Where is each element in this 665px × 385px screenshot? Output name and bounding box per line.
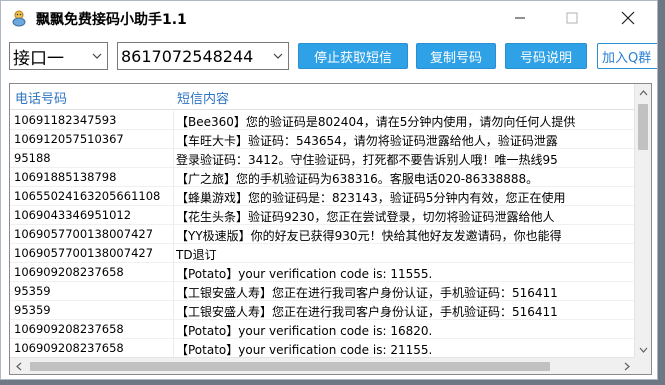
scrollbar-corner: [634, 357, 651, 374]
join-qq-group-button[interactable]: 加入Q群: [597, 43, 657, 69]
app-logo-icon: [12, 10, 26, 27]
sms-cell: 【工银安盛人寿】您正在进行我司客户身份认证，手机验证码：516411: [176, 286, 558, 300]
title-bar: 飘飘免费接码小助手1.1: [1, 1, 657, 35]
phone-cell: 106909208237658: [14, 322, 124, 336]
table-row[interactable]: 10691182347593 【Bee360】您的验证码是802404，请在5分钟…: [10, 111, 635, 130]
table-row[interactable]: 106909208237658 【Potato】your verification…: [10, 263, 635, 282]
copy-number-button[interactable]: 复制号码: [416, 43, 496, 69]
table-row[interactable]: 10690577001380​07427 TD退订: [10, 244, 635, 263]
phone-cell: 95188: [14, 151, 51, 165]
sms-cell: 【Potato】your verification code is: 21155…: [176, 343, 433, 357]
table-body: 10691182347593 【Bee360】您的验证码是802404，请在5分钟…: [10, 111, 635, 358]
table-header: 电话号码 短信内容: [10, 84, 635, 110]
column-header-sms[interactable]: 短信内容: [177, 88, 229, 107]
sms-cell: 【Bee360】您的验证码是802404，请在5分钟内使用，请勿向任何人提供: [176, 115, 576, 129]
phone-cell: 95359: [14, 284, 51, 298]
sms-cell: 【Potato】your verification code is: 11555…: [176, 267, 433, 281]
phone-cell: 10690577001380​07427: [14, 227, 154, 241]
scroll-up-icon[interactable]: [635, 84, 651, 101]
sms-cell: 登录验证码：3412。守住验证码，打死都不要告诉别人哦！唯一热线95: [176, 153, 558, 167]
number-help-button[interactable]: 号码说明: [505, 43, 587, 69]
phone-cell: 106909208237658: [14, 341, 124, 355]
sms-cell: 【车旺大卡】验证码：543654，请勿将验证码泄露给他人，验证码泄露: [176, 134, 558, 148]
number-select-value: 8617072548244: [121, 46, 254, 66]
sms-cell: TD退订: [176, 248, 217, 262]
horizontal-scroll-thumb[interactable]: [30, 362, 550, 371]
vertical-scroll-thumb[interactable]: [638, 104, 648, 150]
table-row[interactable]: 10655024163205661108 【蜂巢游戏】您的验证码是：823143，…: [10, 187, 635, 206]
window-title: 飘飘免费接码小助手1.1: [36, 12, 187, 28]
close-button[interactable]: [605, 1, 651, 35]
minimize-button[interactable]: [497, 1, 543, 35]
desktop-background-bottom: [0, 380, 665, 385]
chevron-down-icon: [268, 43, 288, 69]
phone-cell: 10690577001380​07427: [14, 246, 154, 260]
table-row[interactable]: 95188 登录验证码：3412。守住验证码，打死都不要告诉别人哦！唯一热线95: [10, 149, 635, 168]
table-row[interactable]: 10690577001380​07427 【YY极速版】你的好友已获得930元！快…: [10, 225, 635, 244]
close-icon: [621, 11, 635, 25]
toolbar: 接口一 8617072548244 停止获取短信 复制号码 号码说明 加入Q群: [1, 35, 657, 79]
sms-cell: 【工银安盛人寿】您正在进行我司客户身份认证，手机验证码：516411: [176, 305, 558, 319]
desktop-background: [658, 0, 665, 385]
port-select[interactable]: 接口一: [9, 42, 108, 70]
scroll-left-icon[interactable]: [10, 358, 27, 374]
table-row[interactable]: 106909208237658 【Potato】your verification…: [10, 320, 635, 339]
table-row[interactable]: 10690433469510​12 【花生头条】验证码9230，您正在尝试登录，切…: [10, 206, 635, 225]
sms-cell: 【广之旅】您的手机验证码为638316。客服电话020-86338888。: [176, 172, 539, 186]
sms-cell: 【YY极速版】你的好友已获得930元！快给其他好友发邀请码，你也能得: [176, 229, 562, 243]
number-select[interactable]: 8617072548244: [117, 42, 289, 70]
phone-cell: 10691182347593: [14, 113, 117, 127]
vertical-scrollbar[interactable]: [634, 84, 651, 358]
table-row[interactable]: 106909208237658 【Potato】your verification…: [10, 339, 635, 358]
phone-cell: 10691885138798: [14, 170, 117, 184]
phone-cell: 10690433469510​12: [14, 208, 132, 222]
sms-cell: 【蜂巢游戏】您的验证码是：823143，验证码5分钟内有效，您正在使用: [176, 191, 566, 205]
maximize-icon: [566, 12, 578, 24]
maximize-button[interactable]: [549, 1, 595, 35]
stop-fetch-sms-button[interactable]: 停止获取短信: [298, 43, 408, 69]
app-window: 飘飘免费接码小助手1.1 接口一 8617072548244 停止获取短信 复制…: [0, 0, 658, 380]
scroll-right-icon[interactable]: [618, 358, 635, 374]
sms-cell: 【花生头条】验证码9230，您正在尝试登录，切勿将验证码泄露给他人: [176, 210, 555, 224]
horizontal-scrollbar[interactable]: [10, 357, 635, 374]
phone-cell: 10655024163205661108: [14, 189, 161, 203]
port-select-value: 接口一: [13, 48, 64, 69]
table-row[interactable]: 10691205751036​7 【车旺大卡】验证码：543654，请勿将验证码泄…: [10, 130, 635, 149]
table-row[interactable]: 10691885138798 【广之旅】您的手机验证码为638316。客服电话02…: [10, 168, 635, 187]
phone-cell: 106909208237658: [14, 265, 124, 279]
minimize-icon: [515, 17, 525, 19]
table-row[interactable]: 95359 【工银安盛人寿】您正在进行我司客户身份认证，手机验证码：516411: [10, 301, 635, 320]
sms-cell: 【Potato】your verification code is: 16820…: [176, 324, 433, 338]
phone-cell: 95359: [14, 303, 51, 317]
table-row[interactable]: 95359 【工银安盛人寿】您正在进行我司客户身份认证，手机验证码：516411: [10, 282, 635, 301]
phone-cell: 10691205751036​7: [14, 132, 124, 146]
column-header-phone[interactable]: 电话号码: [15, 88, 67, 107]
scroll-down-icon[interactable]: [635, 341, 651, 358]
sms-table: 电话号码 短信内容 10691182347593 【Bee360】您的验证码是80…: [9, 83, 652, 375]
chevron-down-icon: [87, 43, 107, 69]
